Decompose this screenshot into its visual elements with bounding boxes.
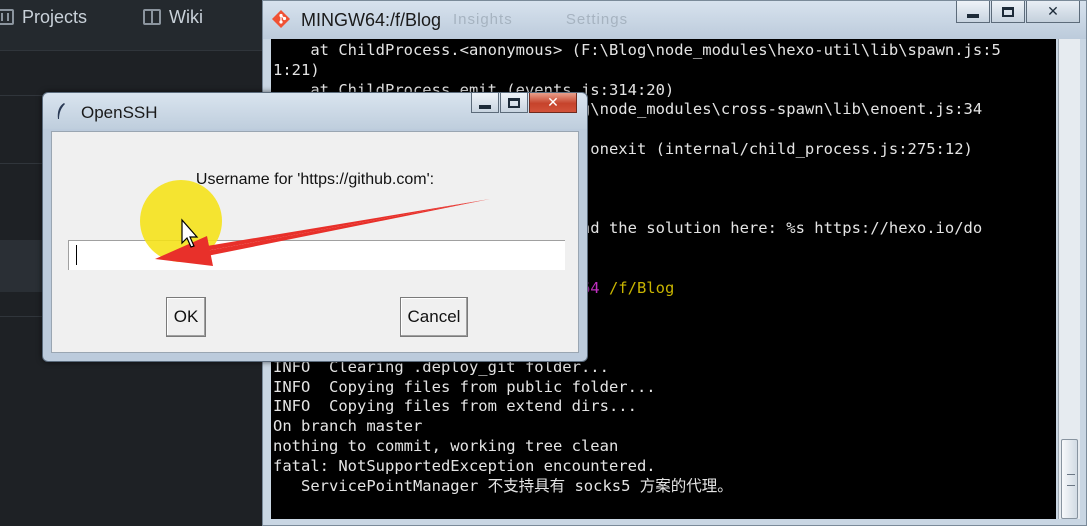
openssh-dialog: OpenSSH ✕ Username for 'https://github.c… [42, 92, 588, 362]
nav-wiki-link[interactable]: Wiki [143, 6, 203, 28]
terminal-text-segment: at ChildProcess.<anonymous> (F:\Blog\nod… [273, 41, 1001, 59]
terminal-text-segment: /f/Blog [608, 278, 675, 297]
dialog-window-controls: ✕ [470, 93, 577, 113]
maximize-icon [1002, 6, 1014, 17]
cursor-highlight [140, 180, 222, 262]
dialog-minimize-button[interactable] [471, 93, 499, 113]
cancel-button[interactable]: Cancel [400, 297, 468, 337]
nav-wiki-label: Wiki [169, 6, 203, 27]
username-prompt-label: Username for 'https://github.com': [195, 171, 435, 188]
scrollbar-thumb[interactable] [1061, 439, 1078, 519]
background-ghost-tabs: Insights Settings [453, 11, 676, 28]
close-icon: ✕ [547, 94, 559, 111]
terminal-line: nothing to commit, working tree clean [273, 437, 1001, 457]
project-board-icon [0, 9, 14, 25]
git-logo-icon [272, 10, 290, 28]
terminal-text-segment: On branch master [273, 417, 423, 436]
terminal-maximize-button[interactable] [991, 1, 1025, 23]
terminal-line: fatal: NotSupportedException encountered… [273, 457, 1001, 477]
terminal-line: at ChildProcess.<anonymous> (F:\Blog\nod… [273, 41, 1001, 61]
username-input[interactable] [68, 240, 565, 270]
dialog-title: OpenSSH [81, 103, 158, 122]
terminal-text-segment: nothing to commit, working tree clean [273, 436, 619, 455]
feather-icon [57, 103, 65, 119]
terminal-window-controls: ✕ [955, 1, 1080, 23]
minimize-icon [967, 13, 979, 18]
terminal-titlebar[interactable]: MINGW64:/f/Blog Insights Settings ✕ [263, 1, 1086, 39]
terminal-scrollbar[interactable] [1058, 39, 1080, 519]
ghost-tab: Settings [565, 11, 629, 28]
terminal-line: On branch master [273, 417, 1001, 437]
terminal-text-segment: 1:21) [273, 60, 320, 79]
dialog-close-button[interactable]: ✕ [529, 93, 577, 113]
terminal-text-segment: INFO Copying files from public folder... [273, 377, 656, 396]
nav-projects-label: Projects [22, 6, 88, 27]
terminal-line: INFO Copying files from extend dirs... [273, 397, 1001, 417]
maximize-icon [508, 97, 520, 108]
grip-icon [1067, 474, 1075, 486]
terminal-text-segment: ServicePointManager 不支持具有 socks5 方案的代理。 [273, 476, 733, 495]
dialog-titlebar[interactable]: OpenSSH ✕ [43, 93, 587, 129]
terminal-line: 1:21) [273, 61, 1001, 81]
terminal-close-button[interactable]: ✕ [1026, 1, 1080, 23]
ok-button[interactable]: OK [166, 297, 206, 337]
dialog-content: Username for 'https://github.com': OK Ca… [51, 131, 579, 353]
terminal-title: MINGW64:/f/Blog [301, 10, 442, 30]
book-icon [143, 9, 161, 25]
terminal-line: INFO Copying files from public folder... [273, 378, 1001, 398]
close-icon: ✕ [1047, 3, 1059, 20]
terminal-text-segment: INFO Copying files from extend dirs... [273, 397, 637, 416]
nav-projects-link[interactable]: Projects [0, 6, 87, 28]
terminal-line: ServicePointManager 不支持具有 socks5 方案的代理。 [273, 477, 1001, 497]
terminal-minimize-button[interactable] [956, 1, 990, 23]
ghost-tab: Insights [453, 11, 513, 28]
minimize-icon [479, 104, 491, 109]
terminal-text-segment: fatal: NotSupportedException encountered… [273, 456, 656, 475]
text-caret [76, 245, 77, 265]
dialog-maximize-button[interactable] [500, 93, 528, 113]
